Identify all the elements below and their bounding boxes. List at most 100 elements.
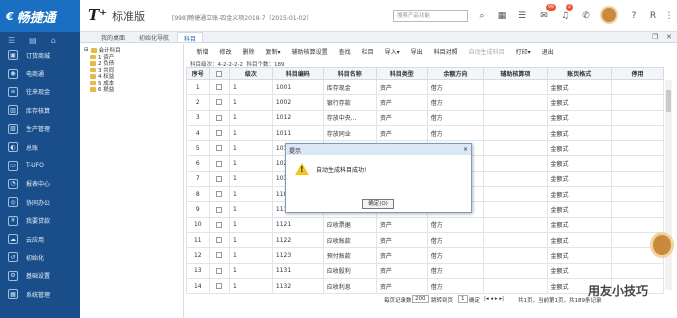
- more-icon[interactable]: ⋮: [663, 9, 675, 22]
- avatar-icon[interactable]: [600, 6, 618, 24]
- table-row[interactable]: 11 1 1122 应收账款 资产 借方 金额式: [186, 231, 665, 249]
- sidebar-item-office[interactable]: ◎ 协同办公: [0, 193, 80, 211]
- table-row[interactable]: 10 1 1121 应收票据 资产 借方 金额式: [186, 216, 665, 233]
- row-checkbox[interactable]: [216, 84, 223, 91]
- auto-generate-button[interactable]: 自动生成科目: [463, 47, 510, 56]
- table-cell: 借方: [426, 231, 485, 249]
- sidebar-item-loan[interactable]: ¥ 我要贷款: [0, 212, 80, 230]
- phone-icon[interactable]: ✆: [580, 9, 592, 22]
- table-cell: 存放同业: [322, 124, 377, 142]
- help-icon[interactable]: ?: [628, 9, 640, 22]
- sidebar-item-cloud[interactable]: ☁ 云应用: [0, 230, 80, 248]
- table-cell: 1: [228, 124, 273, 142]
- row-checkbox[interactable]: [216, 267, 223, 274]
- export-button[interactable]: 导出: [405, 47, 428, 56]
- sidebar-item-system[interactable]: ▦ 系统管理: [0, 285, 80, 303]
- table-row[interactable]: 12 1 1123 预付账款 资产 借方 金额式: [186, 247, 665, 264]
- columns-button[interactable]: 栏目: [356, 47, 379, 56]
- scroll-thumb[interactable]: [666, 90, 671, 112]
- shop-icon: ▣: [8, 50, 18, 61]
- copy-button[interactable]: 复制▾: [260, 47, 286, 56]
- grid-header-cell[interactable]: 序号: [186, 67, 210, 80]
- tree-node-profit-loss[interactable]: 6 损益: [84, 86, 179, 93]
- delete-button[interactable]: 删除: [237, 47, 260, 56]
- list-icon[interactable]: ▤: [29, 36, 37, 45]
- aux-settings-button[interactable]: 辅助核算设置: [286, 47, 333, 56]
- row-checkbox[interactable]: [216, 114, 223, 121]
- table-cell: 金额式: [546, 140, 612, 157]
- search-icon[interactable]: ⌕: [476, 9, 488, 22]
- row-checkbox[interactable]: [216, 160, 223, 167]
- ok-button[interactable]: 确定(O): [362, 199, 394, 209]
- print-button[interactable]: 打印▾: [510, 47, 536, 56]
- ledger-icon[interactable]: ☰: [516, 9, 528, 22]
- row-checkbox[interactable]: [216, 206, 223, 213]
- table-cell: 借方: [426, 78, 485, 96]
- grid-header-cell[interactable]: 辅助核算项: [483, 67, 548, 80]
- grid-header-cell[interactable]: [208, 67, 230, 80]
- goto-confirm-button[interactable]: 确定: [469, 296, 480, 304]
- table-cell: [208, 277, 230, 295]
- table-row[interactable]: 2 1 1002 银行存款 资产 借方 金额式: [186, 94, 665, 111]
- tab-desktop[interactable]: 我的桌面: [95, 32, 131, 42]
- folder-icon: [90, 61, 96, 66]
- grid-header-cell[interactable]: 科目编码: [271, 67, 324, 80]
- menu-icon[interactable]: ☰: [8, 36, 15, 45]
- row-checkbox[interactable]: [216, 252, 223, 259]
- sidebar-item-report-center[interactable]: ◔ 报表中心: [0, 175, 80, 193]
- row-checkbox[interactable]: [216, 145, 223, 152]
- sidebar-item-basic-settings[interactable]: ⚙ 基础设置: [0, 267, 80, 285]
- close-icon[interactable]: ✕: [666, 33, 672, 41]
- dialog-close-icon[interactable]: ×: [463, 146, 468, 153]
- table-row[interactable]: 13 1 1131 应收股利 资产 借方 金额式: [186, 262, 665, 279]
- page-nav-buttons[interactable]: |◂ ◂ ▸ ▸|: [484, 296, 504, 302]
- grid-header-cell[interactable]: 停用: [610, 67, 665, 80]
- sidebar-item-tufo[interactable]: ▭ T-UFO: [0, 156, 80, 174]
- grid-header-cell[interactable]: 级次: [228, 67, 273, 80]
- exit-button[interactable]: 退出: [536, 47, 559, 56]
- import-button[interactable]: 导入▾: [379, 47, 405, 56]
- table-row[interactable]: 3 1 1012 存放中央... 资产 借方 金额式: [186, 109, 665, 126]
- find-button[interactable]: 查找: [333, 47, 356, 56]
- select-all-checkbox[interactable]: [216, 70, 223, 77]
- row-checkbox[interactable]: [216, 99, 223, 106]
- table-row[interactable]: 1 1 1001 库存现金 资产 借方 金额式: [186, 78, 665, 96]
- restore-icon[interactable]: ❐: [652, 33, 658, 41]
- sidebar-item-init[interactable]: ↺ 初始化: [0, 248, 80, 266]
- grid-icon[interactable]: ▦: [496, 9, 508, 22]
- mapping-button[interactable]: 科目对照: [428, 47, 463, 56]
- grid-header-cell[interactable]: 账页格式: [546, 67, 612, 80]
- row-checkbox[interactable]: [216, 283, 223, 289]
- search-input[interactable]: 搜索产品功能: [393, 10, 468, 22]
- sidebar-item-ecom[interactable]: ◉ 电商通: [0, 64, 80, 82]
- tab-accounts[interactable]: 科目: [177, 32, 204, 43]
- sidebar-item-cash[interactable]: ≡ 往来现金: [0, 83, 80, 101]
- row-checkbox[interactable]: [216, 237, 223, 244]
- table-row[interactable]: 4 1 1011 存放同业 资产 借方 金额式: [186, 124, 665, 142]
- row-checkbox[interactable]: [216, 221, 223, 228]
- table-cell: [610, 262, 665, 279]
- rows-per-page-input[interactable]: 200: [412, 295, 429, 303]
- row-checkbox[interactable]: [216, 130, 223, 137]
- sidebar-item-stock[interactable]: ▥ 库存核算: [0, 101, 80, 119]
- grid-header-cell[interactable]: 余额方向: [426, 67, 485, 80]
- product-title: T⁺ 标准版: [88, 6, 145, 24]
- edit-button[interactable]: 修改: [214, 47, 237, 56]
- table-cell: 1132: [271, 277, 324, 295]
- table-cell: 1: [228, 277, 273, 295]
- home-icon[interactable]: ⌂: [51, 36, 56, 45]
- sidebar-item-production[interactable]: ▨ 生产管理: [0, 120, 80, 138]
- sidebar-item-order-mall[interactable]: ▣ 订货商城: [0, 46, 80, 64]
- ecom-icon: ◉: [8, 68, 18, 79]
- goto-page-input[interactable]: 1: [458, 295, 468, 303]
- vertical-scrollbar[interactable]: [665, 80, 672, 290]
- sidebar-item-ledger[interactable]: ◐ 总账: [0, 138, 80, 156]
- row-checkbox[interactable]: [216, 175, 223, 182]
- grid-header-cell[interactable]: 科目类型: [375, 67, 428, 80]
- tab-init-nav[interactable]: 初始化导航: [133, 32, 175, 42]
- table-cell: 1121: [271, 216, 324, 233]
- row-checkbox[interactable]: [216, 191, 223, 198]
- grid-header-cell[interactable]: 科目名称: [322, 67, 377, 80]
- user-icon[interactable]: R: [647, 9, 659, 22]
- add-button[interactable]: 新增: [191, 47, 214, 56]
